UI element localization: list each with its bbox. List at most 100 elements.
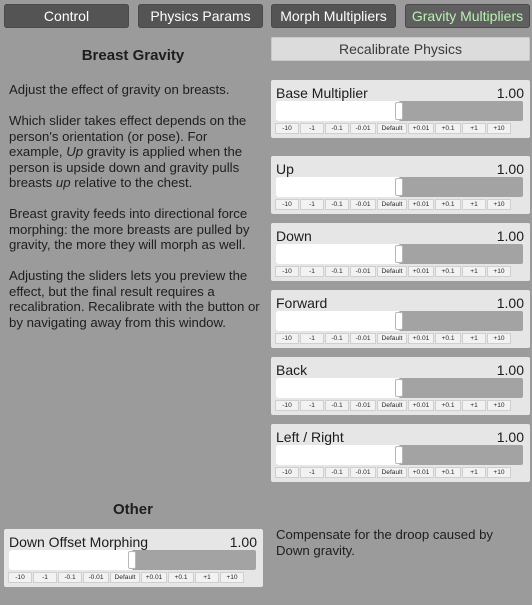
slider-down-offset-morphing: Down Offset Morphing 1.00 -10 -1 -0.1 -0.01 De… — [4, 529, 263, 587]
step-button[interactable]: +1 — [462, 266, 486, 277]
step-button[interactable]: -10 — [275, 266, 299, 277]
step-button[interactable]: Default — [377, 266, 407, 277]
step-button[interactable]: +0.1 — [435, 123, 461, 134]
step-button[interactable]: +10 — [487, 333, 511, 344]
step-button[interactable]: -1 — [300, 467, 324, 478]
step-button[interactable]: +0.1 — [435, 400, 461, 411]
step-button[interactable]: Default — [377, 400, 407, 411]
step-button[interactable]: -0.1 — [58, 572, 82, 583]
step-button[interactable]: +0.1 — [435, 467, 461, 478]
recalibrate-physics-button[interactable]: Recalibrate Physics — [271, 37, 530, 61]
step-buttons: -10 -1 -0.1 -0.01 Default +0.01 +0.1 +1 +10 — [275, 333, 512, 344]
step-button[interactable]: Default — [377, 123, 407, 134]
step-button[interactable]: -1 — [300, 333, 324, 344]
step-button[interactable]: +10 — [487, 400, 511, 411]
slider-handle[interactable] — [395, 245, 403, 263]
slider-value: 1.00 — [496, 228, 524, 244]
slider-handle[interactable] — [395, 102, 403, 120]
step-button[interactable]: -0.01 — [350, 266, 376, 277]
tab-bar: Control Physics Params Morph Multipliers… — [0, 0, 532, 31]
slider-track[interactable] — [9, 550, 256, 570]
step-button[interactable]: +10 — [487, 123, 511, 134]
step-button[interactable]: +1 — [195, 572, 219, 583]
step-button[interactable]: +0.1 — [435, 333, 461, 344]
step-button[interactable]: -0.01 — [350, 123, 376, 134]
step-button[interactable]: +0.1 — [435, 266, 461, 277]
slider-label: Forward — [276, 295, 328, 311]
step-button[interactable]: -0.1 — [325, 333, 349, 344]
step-button[interactable]: -0.1 — [325, 266, 349, 277]
step-button[interactable]: -0.1 — [325, 199, 349, 210]
step-button[interactable]: +0.01 — [141, 572, 167, 583]
slider-label: Down — [276, 228, 312, 244]
step-button[interactable]: +0.01 — [408, 400, 434, 411]
step-button[interactable]: -1 — [300, 400, 324, 411]
step-button[interactable]: -10 — [275, 400, 299, 411]
step-button[interactable]: Default — [377, 467, 407, 478]
slider-label: Down Offset Morphing — [9, 534, 149, 550]
step-button[interactable]: Default — [110, 572, 140, 583]
step-button[interactable]: -1 — [300, 266, 324, 277]
step-buttons: -10 -1 -0.1 -0.01 Default +0.01 +0.1 +1 +10 — [275, 199, 512, 210]
slider-track[interactable] — [276, 101, 523, 121]
step-button[interactable]: -1 — [33, 572, 57, 583]
step-button[interactable]: +0.1 — [435, 199, 461, 210]
slider-track[interactable] — [276, 177, 523, 197]
slider-value: 1.00 — [496, 429, 524, 445]
step-button[interactable]: +1 — [462, 199, 486, 210]
slider-handle[interactable] — [395, 178, 403, 196]
step-button[interactable]: -0.01 — [350, 400, 376, 411]
step-button[interactable]: +10 — [487, 467, 511, 478]
slider-handle[interactable] — [128, 551, 136, 569]
slider-up: Up 1.00 -10 -1 -0.1 -0.01 Default +0.01 +0.1 +1 +1… — [271, 156, 530, 214]
tab-control[interactable]: Control — [4, 4, 129, 28]
step-button[interactable]: +10 — [220, 572, 244, 583]
step-button[interactable]: +1 — [462, 123, 486, 134]
step-button[interactable]: -10 — [8, 572, 32, 583]
step-button[interactable]: -1 — [300, 199, 324, 210]
step-button[interactable]: -0.01 — [350, 333, 376, 344]
step-button[interactable]: +0.1 — [168, 572, 194, 583]
slider-value: 1.00 — [496, 362, 524, 378]
step-button[interactable]: +1 — [462, 333, 486, 344]
slider-fill — [276, 244, 400, 264]
tab-physics-params[interactable]: Physics Params — [138, 4, 263, 28]
breast-gravity-description: Adjust the effect of gravity on breasts.… — [9, 82, 262, 330]
slider-base-multiplier: Base Multiplier 1.00 -10 -1 -0.1 -0.01 Default… — [271, 80, 530, 138]
slider-label: Back — [276, 362, 308, 378]
step-button[interactable]: -10 — [275, 333, 299, 344]
step-button[interactable]: -1 — [300, 123, 324, 134]
step-button[interactable]: +1 — [462, 467, 486, 478]
step-button[interactable]: -0.01 — [350, 199, 376, 210]
slider-handle[interactable] — [395, 379, 403, 397]
step-button[interactable]: -10 — [275, 199, 299, 210]
step-button[interactable]: -0.1 — [325, 467, 349, 478]
description-paragraph-2: Which slider takes effect depends on the… — [9, 113, 247, 190]
step-button[interactable]: -10 — [275, 467, 299, 478]
tab-morph-multipliers[interactable]: Morph Multipliers — [271, 4, 396, 28]
step-button[interactable]: +0.01 — [408, 266, 434, 277]
slider-handle[interactable] — [395, 446, 403, 464]
step-button[interactable]: -10 — [275, 123, 299, 134]
slider-track[interactable] — [276, 378, 523, 398]
step-button[interactable]: -0.1 — [325, 123, 349, 134]
slider-track[interactable] — [276, 311, 523, 331]
step-button[interactable]: Default — [377, 199, 407, 210]
step-button[interactable]: +0.01 — [408, 123, 434, 134]
step-button[interactable]: +0.01 — [408, 467, 434, 478]
breast-gravity-heading: Breast Gravity — [81, 47, 185, 64]
step-button[interactable]: Default — [377, 333, 407, 344]
step-button[interactable]: -0.01 — [350, 467, 376, 478]
step-button[interactable]: -0.1 — [325, 400, 349, 411]
step-button[interactable]: +10 — [487, 199, 511, 210]
slider-track[interactable] — [276, 244, 523, 264]
slider-track[interactable] — [276, 445, 523, 465]
tab-gravity-multipliers[interactable]: Gravity Multipliers — [405, 4, 530, 28]
step-button[interactable]: +0.01 — [408, 199, 434, 210]
step-button[interactable]: +1 — [462, 400, 486, 411]
step-button[interactable]: +0.01 — [408, 333, 434, 344]
step-button[interactable]: -0.01 — [83, 572, 109, 583]
slider-fill — [276, 378, 400, 398]
slider-handle[interactable] — [395, 312, 403, 330]
step-button[interactable]: +10 — [487, 266, 511, 277]
